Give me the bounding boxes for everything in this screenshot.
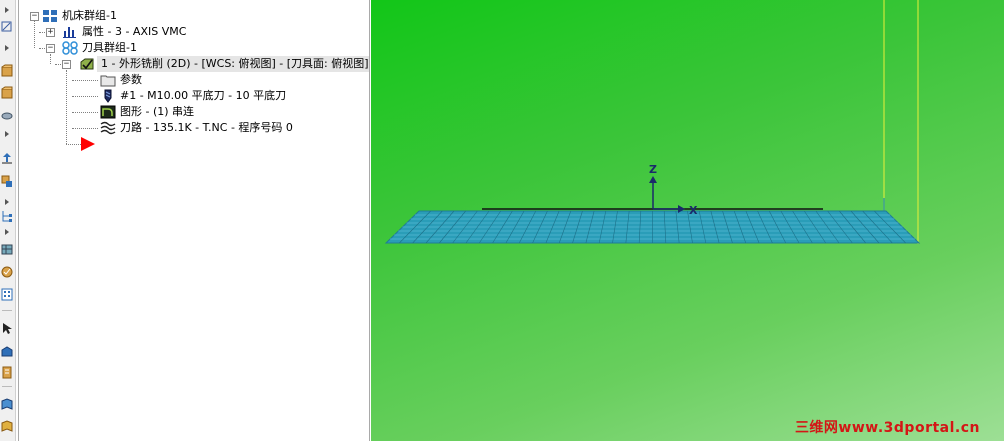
toolbar-verify-icon[interactable] <box>1 265 13 278</box>
toolbar-arrow-icon[interactable] <box>1 226 13 235</box>
tree-item-operation-content[interactable]: − 1 - 外形铣削 (2D) - [WCS: 俯视图] - [刀具面: 俯视图… <box>19 56 369 72</box>
tree-item-tool[interactable]: #1 - M10.00 平底刀 - 10 平底刀 <box>19 88 369 104</box>
toolbar-divider <box>2 310 12 311</box>
toolbar-arrow-icon[interactable] <box>1 196 13 205</box>
tree-item-toolpath[interactable]: 刀路 - 135.1K - T.NC - 程序号码 0 <box>19 120 369 136</box>
tree-item-label: 1 - 外形铣削 (2D) - [WCS: 俯视图] - [刀具面: 俯视图] <box>101 57 369 70</box>
properties-icon <box>62 25 78 39</box>
geometry-icon <box>100 105 116 119</box>
toolbar-box-icon[interactable] <box>1 64 13 77</box>
toolbar-move-down-icon[interactable] <box>1 175 13 188</box>
tree-item-label: #1 - M10.00 平底刀 - 10 平底刀 <box>120 89 287 102</box>
toolbar-arrow-icon[interactable] <box>1 42 13 51</box>
tree-item-label: 刀路 - 135.1K - T.NC - 程序号码 0 <box>120 121 293 134</box>
toolbar-arrow-icon[interactable] <box>1 4 13 13</box>
toolbar-pointer-icon[interactable] <box>1 322 13 335</box>
expand-toggle[interactable]: + <box>46 28 55 37</box>
tree-item-properties[interactable]: + 属性 - 3 - AXIS VMC <box>19 24 369 40</box>
tree-item-label: 属性 - 3 - AXIS VMC <box>82 25 187 38</box>
part-mesh <box>384 210 921 244</box>
tree-item-geometry[interactable]: 图形 - (1) 串连 <box>19 104 369 120</box>
operation-icon <box>79 57 95 71</box>
toolbar-book-icon[interactable] <box>1 420 13 433</box>
collapse-toggle[interactable]: − <box>62 60 71 69</box>
toolbar-tool-icon[interactable] <box>1 108 13 121</box>
machine-group-icon <box>42 9 58 23</box>
viewport-canvas: Z X <box>384 0 921 244</box>
tree-item-label: 图形 - (1) 串连 <box>120 105 195 118</box>
toolbar-box-icon[interactable] <box>1 86 13 99</box>
tree-item-label: 参数 <box>120 73 142 86</box>
z-axis-arrow-icon <box>649 176 657 183</box>
collapse-toggle[interactable]: − <box>46 44 55 53</box>
toolbar-mesh-icon[interactable] <box>1 243 13 256</box>
collapse-toggle[interactable]: − <box>30 12 39 21</box>
toolbar-book-icon[interactable] <box>1 398 13 411</box>
folder-icon <box>100 73 116 87</box>
x-axis-label: X <box>689 204 698 217</box>
tool-icon <box>100 89 116 103</box>
toolbar-select-all-icon[interactable] <box>1 20 13 33</box>
tree-item-machine-group[interactable]: − 机床群组-1 <box>19 8 369 24</box>
tree-item-parameters[interactable]: 参数 <box>19 72 369 88</box>
toolpath-icon <box>100 121 116 135</box>
toolbar-grid-icon[interactable] <box>1 288 13 301</box>
toolbar-output-icon[interactable] <box>1 366 13 379</box>
tree-item-label: 机床群组-1 <box>62 9 117 22</box>
operations-tree: − 机床群组-1 + 属性 - 3 - AXIS VMC − 刀具群组-1 − … <box>18 0 370 441</box>
toolbar-divider <box>2 386 12 387</box>
toolbar-tree-icon[interactable] <box>1 210 13 223</box>
tree-item-tool-group[interactable]: − 刀具群组-1 <box>19 40 369 56</box>
tree-item-label: 刀具群组-1 <box>82 41 137 54</box>
watermark-text: 三维网www.3dportal.cn <box>794 420 980 436</box>
graphics-viewport[interactable]: Z X 三维网www.3dportal.cn <box>371 0 1004 441</box>
side-toolbar <box>0 0 16 441</box>
toolbar-post-icon[interactable] <box>1 345 13 358</box>
wcs-axes: Z X <box>649 163 698 217</box>
tree-connector <box>66 144 81 145</box>
z-axis-label: Z <box>649 163 657 176</box>
toolbar-move-up-icon[interactable] <box>1 152 13 165</box>
insert-arrow-icon[interactable] <box>80 137 96 151</box>
toolbar-arrow-icon[interactable] <box>1 128 13 137</box>
toolgroup-icon <box>62 41 78 55</box>
